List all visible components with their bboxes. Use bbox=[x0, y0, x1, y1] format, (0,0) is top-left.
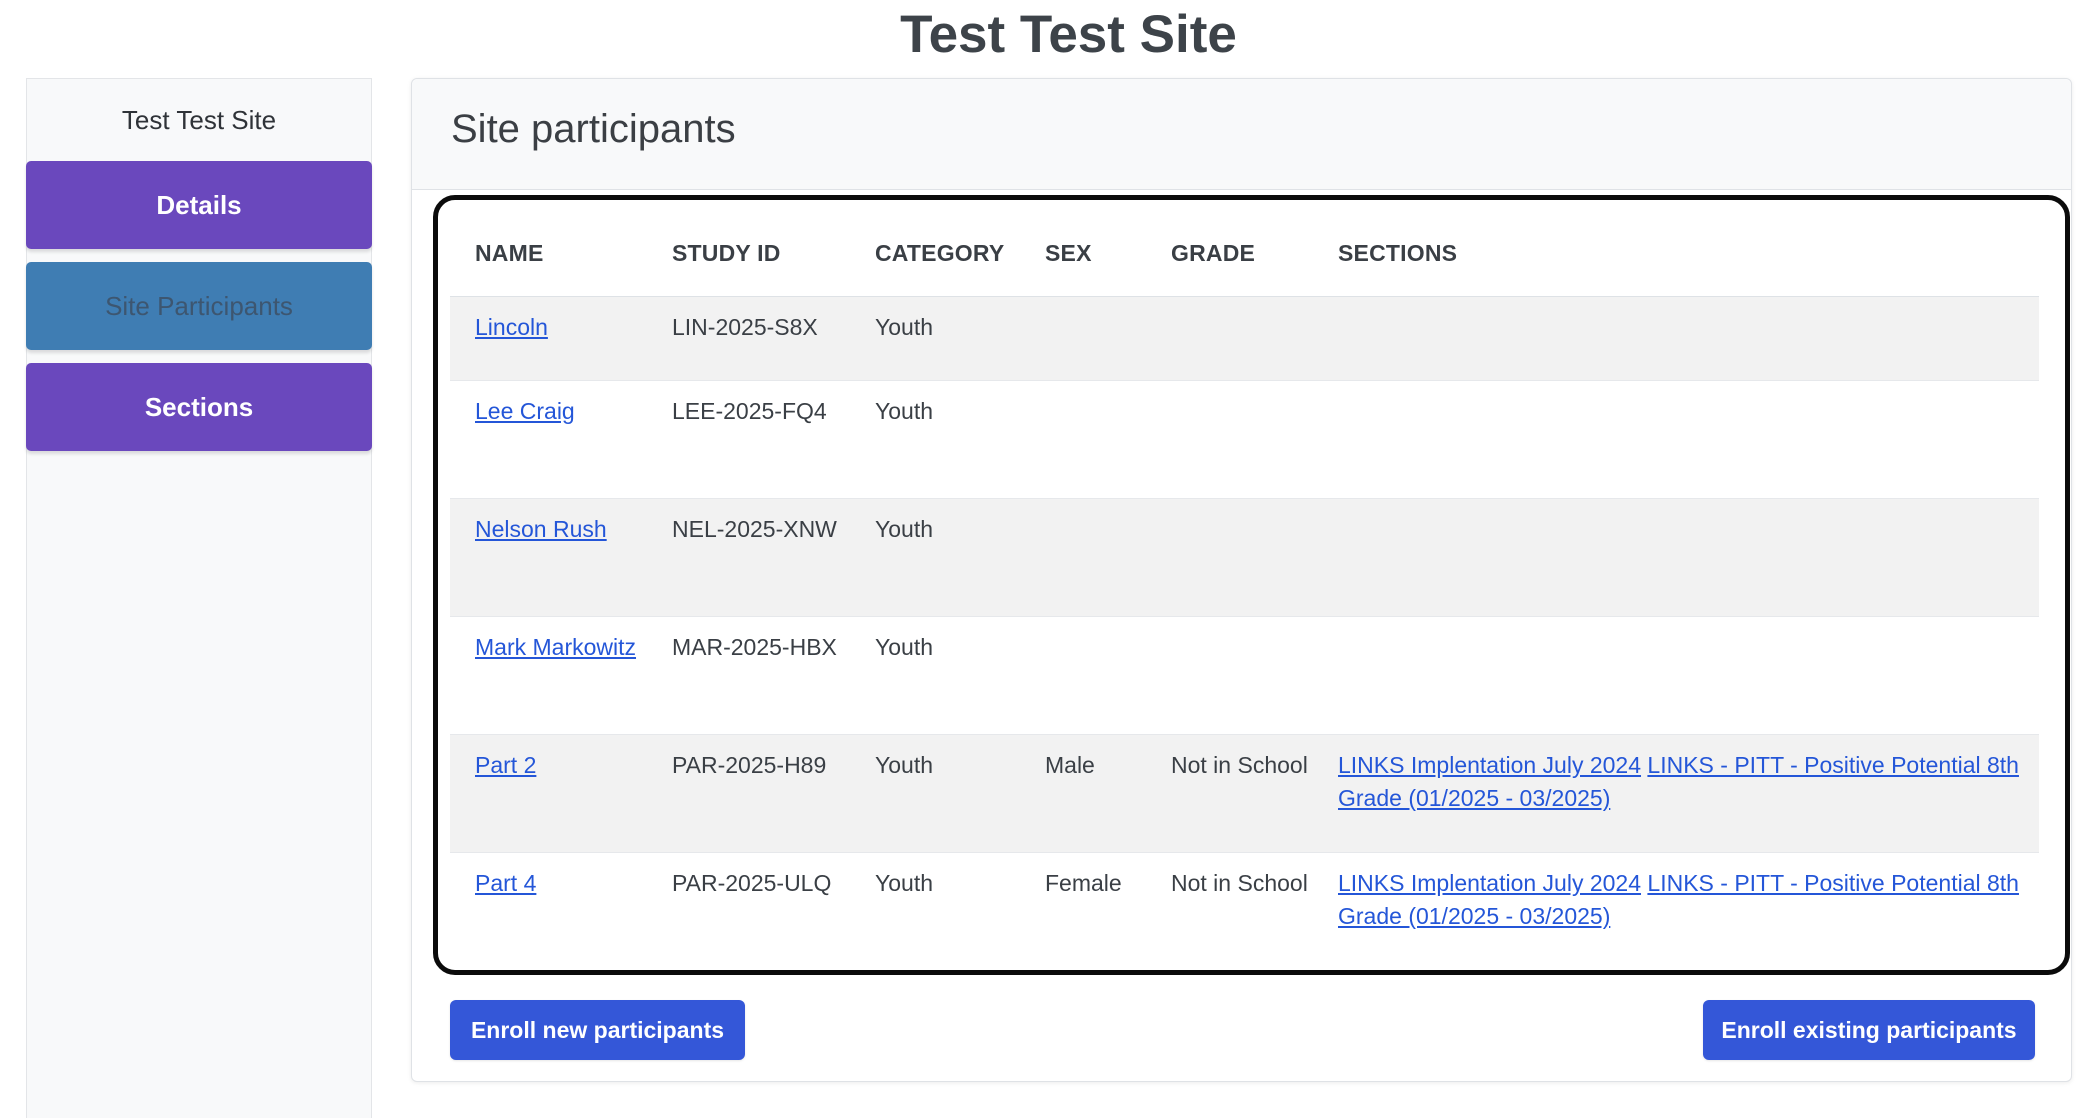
sections-cell: LINKS Implentation July 2024 LINKS - PIT… bbox=[1313, 851, 2039, 970]
participant-name-link[interactable]: Mark Markowitz bbox=[475, 634, 636, 660]
grade-cell: Not in School bbox=[1146, 851, 1313, 970]
sidebar-title: Test Test Site bbox=[121, 105, 277, 135]
sidebar-item-sections[interactable]: Sections bbox=[26, 363, 372, 451]
enroll-new-participants-button[interactable]: Enroll new participants bbox=[450, 1000, 745, 1060]
participant-name-link[interactable]: Part 2 bbox=[475, 752, 536, 778]
table-row: Part 2 PAR-2025-H89 Youth Male Not in Sc… bbox=[450, 733, 2039, 852]
sections-cell bbox=[1313, 295, 2039, 380]
column-header-category[interactable]: CATEGORY bbox=[850, 212, 1020, 297]
study-id-cell: LIN-2025-S8X bbox=[647, 295, 850, 380]
participant-name-link[interactable]: Lee Craig bbox=[475, 398, 575, 424]
sections-cell bbox=[1313, 615, 2039, 734]
sex-cell bbox=[1020, 295, 1146, 380]
section-link[interactable]: LINKS Implentation July 2024 bbox=[1338, 870, 1641, 896]
participant-name-link[interactable]: Nelson Rush bbox=[475, 516, 607, 542]
participants-table: NAME STUDY ID CATEGORY SEX GRADE SECTION… bbox=[450, 212, 2039, 970]
table-highlight-frame: NAME STUDY ID CATEGORY SEX GRADE SECTION… bbox=[433, 195, 2070, 975]
study-id-cell: MAR-2025-HBX bbox=[647, 615, 850, 734]
category-cell: Youth bbox=[850, 497, 1020, 616]
page-title: Test Test Site bbox=[900, 5, 1237, 64]
table-row: Lee Craig LEE-2025-FQ4 Youth bbox=[450, 379, 2039, 498]
participant-name-link[interactable]: Part 4 bbox=[475, 870, 536, 896]
participants-card: Site participants NAME STUDY ID CATEGORY… bbox=[411, 78, 2072, 1082]
column-header-sex[interactable]: SEX bbox=[1020, 212, 1146, 297]
table-row: Nelson Rush NEL-2025-XNW Youth bbox=[450, 497, 2039, 616]
grade-cell bbox=[1146, 379, 1313, 498]
grade-cell: Not in School bbox=[1146, 733, 1313, 852]
column-header-grade[interactable]: GRADE bbox=[1146, 212, 1313, 297]
table-header-row: NAME STUDY ID CATEGORY SEX GRADE SECTION… bbox=[450, 212, 2039, 297]
sidebar-item-details[interactable]: Details bbox=[26, 161, 372, 249]
table-row: Mark Markowitz MAR-2025-HBX Youth bbox=[450, 615, 2039, 734]
category-cell: Youth bbox=[850, 295, 1020, 380]
category-cell: Youth bbox=[850, 379, 1020, 498]
grade-cell bbox=[1146, 497, 1313, 616]
section-link[interactable]: LINKS Implentation July 2024 bbox=[1338, 752, 1641, 778]
column-header-study-id[interactable]: STUDY ID bbox=[647, 212, 850, 297]
sex-cell bbox=[1020, 379, 1146, 498]
category-cell: Youth bbox=[850, 733, 1020, 852]
column-header-name[interactable]: NAME bbox=[450, 212, 647, 297]
table-row: Lincoln LIN-2025-S8X Youth bbox=[450, 295, 2039, 380]
grade-cell bbox=[1146, 615, 1313, 734]
study-id-cell: PAR-2025-ULQ bbox=[647, 851, 850, 970]
sections-cell bbox=[1313, 497, 2039, 616]
sex-cell: Female bbox=[1020, 851, 1146, 970]
sidebar: Test Test Site Details Site Participants… bbox=[26, 78, 372, 1118]
study-id-cell: PAR-2025-H89 bbox=[647, 733, 850, 852]
card-header: Site participants bbox=[412, 79, 2071, 190]
category-cell: Youth bbox=[850, 615, 1020, 734]
enroll-existing-participants-button[interactable]: Enroll existing participants bbox=[1703, 1000, 2035, 1060]
sex-cell: Male bbox=[1020, 733, 1146, 852]
sections-cell: LINKS Implentation July 2024 LINKS - PIT… bbox=[1313, 733, 2039, 852]
grade-cell bbox=[1146, 295, 1313, 380]
sex-cell bbox=[1020, 615, 1146, 734]
column-header-sections[interactable]: SECTIONS bbox=[1313, 212, 2039, 297]
sidebar-item-site-participants[interactable]: Site Participants bbox=[26, 262, 372, 350]
study-id-cell: LEE-2025-FQ4 bbox=[647, 379, 850, 498]
participant-name-link[interactable]: Lincoln bbox=[475, 314, 548, 340]
study-id-cell: NEL-2025-XNW bbox=[647, 497, 850, 616]
table-row: Part 4 PAR-2025-ULQ Youth Female Not in … bbox=[450, 851, 2039, 970]
sex-cell bbox=[1020, 497, 1146, 616]
category-cell: Youth bbox=[850, 851, 1020, 970]
sections-cell bbox=[1313, 379, 2039, 498]
